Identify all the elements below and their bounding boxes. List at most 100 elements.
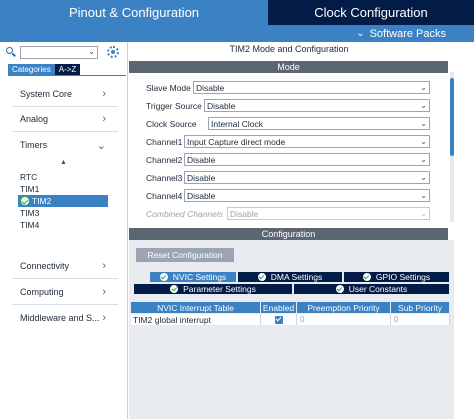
search-row: ⌄ [5,45,123,59]
list-item-rtc[interactable]: RTC [20,171,37,183]
slave-mode-row: Slave Mode Disable ⌄ [146,81,446,95]
check-circle-icon [159,273,168,281]
slave-mode-label: Slave Mode [146,83,191,93]
check-circle-icon [335,285,344,293]
channel3-select[interactable]: Disable ⌄ [184,171,430,184]
search-icon [5,46,17,58]
tab-label: NVIC Settings [172,272,227,282]
list-item-tim1[interactable]: TIM1 [20,183,39,195]
sub-priority-value: 0 [394,315,399,324]
channel4-row: Channel4 Disable ⌄ [146,189,446,203]
slave-mode-select[interactable]: Disable ⌄ [193,81,430,94]
chevron-down-icon: ⌄ [420,101,427,110]
main-panel: TIM2 Mode and Configuration Mode Slave M… [129,42,454,419]
trigger-source-label: Trigger Source [146,101,202,111]
chevron-right-icon: › [102,88,106,100]
combined-channels-row: Combined Channels Disable ⌄ [146,207,446,221]
tab-nvic-settings[interactable]: NVIC Settings [149,271,237,283]
sidebar-item-computing[interactable]: Computing › [0,283,120,301]
trigger-source-row: Trigger Source Disable ⌄ [146,99,446,113]
software-packs-label: Software Packs [369,27,446,40]
divider [12,304,118,305]
table-header-sub-priority[interactable]: Sub Priority [391,302,450,313]
channel1-label: Channel1 [146,137,183,147]
list-item-label: TIM2 [32,196,52,206]
check-circle-icon [257,273,266,281]
right-margin [454,42,474,419]
sidebar-item-middleware[interactable]: Middleware and S... › [0,309,120,327]
chevron-right-icon: › [102,113,106,125]
check-circle-icon [362,273,371,281]
sidebar-item-label: Connectivity [20,261,70,271]
chevron-down-icon: ⌄ [420,173,427,182]
channel2-row: Channel2 Disable ⌄ [146,153,446,167]
trigger-source-select[interactable]: Disable ⌄ [204,99,430,112]
sort-icon[interactable]: ▲ [60,159,67,166]
tab-label: Parameter Settings [183,284,256,294]
search-input[interactable]: ⌄ [20,45,98,59]
list-item-tim4[interactable]: TIM4 [20,219,39,231]
table-header-preemption[interactable]: Preemption Priority [297,302,391,313]
mode-section-header: Mode [129,61,448,73]
table-header-interrupt[interactable]: NVIC Interrupt Table [131,302,261,313]
table-header-enabled[interactable]: Enabled [261,302,297,313]
top-header: Pinout & Configuration Clock Configurati… [0,0,474,42]
chevron-down-icon: ⌄ [420,83,427,92]
list-item-tim2[interactable]: TIM2 [18,195,108,207]
sidebar-item-label: Timers [20,140,48,150]
chevron-down-icon[interactable]: ⌄ [88,47,95,56]
chevron-right-icon: › [102,286,106,298]
sidebar-item-system-core[interactable]: System Core › [0,85,120,103]
channel2-select[interactable]: Disable ⌄ [184,153,430,166]
slave-mode-value: Disable [196,82,225,93]
reset-configuration-button[interactable]: Reset Configuration [136,248,234,262]
channel4-label: Channel4 [146,191,183,201]
tab-parameter-settings[interactable]: Parameter Settings [133,283,293,295]
sidebar: ⌄ Categories A->Z System Core › Analog ›… [0,42,128,419]
table-row[interactable]: TIM2 global interrupt [131,314,261,325]
tab-label: DMA Settings [270,272,323,282]
tab-label: User Constants [348,284,408,294]
sidebar-item-label: Analog [20,114,49,124]
channel2-value: Disable [187,154,216,165]
clock-source-label: Clock Source [146,119,197,129]
trigger-source-value: Disable [207,100,236,111]
sidebar-item-connectivity[interactable]: Connectivity › [0,257,120,275]
preemption-value: 0 [300,315,305,324]
tab-categories[interactable]: Categories [8,64,55,75]
divider [12,106,118,107]
chevron-down-icon: ⌄ [420,191,427,200]
gear-icon[interactable] [107,46,119,58]
sub-priority-cell[interactable]: 0 [391,314,450,325]
chevron-down-icon: ⌄ [420,119,427,128]
channel1-select[interactable]: Input Capture direct mode ⌄ [184,135,430,148]
page-title: TIM2 Mode and Configuration [229,44,349,54]
tab-user-constants[interactable]: User Constants [293,283,450,295]
tab-dma-settings[interactable]: DMA Settings [237,271,343,283]
tab-pinout-configuration[interactable]: Pinout & Configuration [0,0,268,25]
sidebar-item-timers[interactable]: Timers ⌄ [0,136,120,154]
channel2-label: Channel2 [146,155,183,165]
software-packs-menu[interactable]: ⌄ Software Packs [268,25,474,42]
clock-source-row: Clock Source Internal Clock ⌄ [146,117,446,131]
preemption-cell[interactable]: 0 [297,314,391,325]
list-item-tim3[interactable]: TIM3 [20,207,39,219]
enabled-checkbox[interactable] [274,315,283,324]
channel3-row: Channel3 Disable ⌄ [146,171,446,185]
interrupt-name: TIM2 global interrupt [133,314,211,325]
chevron-down-icon: ⌄ [356,28,365,39]
channel1-value: Input Capture direct mode [187,136,286,147]
divider [12,131,118,132]
tab-gpio-settings[interactable]: GPIO Settings [343,271,450,283]
combined-channels-select[interactable]: Disable ⌄ [227,207,430,220]
chevron-right-icon: › [102,312,106,324]
sidebar-item-analog[interactable]: Analog › [0,110,120,128]
tab-a-to-z[interactable]: A->Z [54,64,81,75]
enabled-cell[interactable] [261,314,297,325]
channel3-value: Disable [187,172,216,183]
combined-channels-label: Combined Channels [146,209,224,219]
clock-source-select[interactable]: Internal Clock ⌄ [208,117,430,130]
tab-clock-configuration[interactable]: Clock Configuration [268,0,474,25]
channel4-select[interactable]: Disable ⌄ [184,189,430,202]
channel1-row: Channel1 Input Capture direct mode ⌄ [146,135,446,149]
